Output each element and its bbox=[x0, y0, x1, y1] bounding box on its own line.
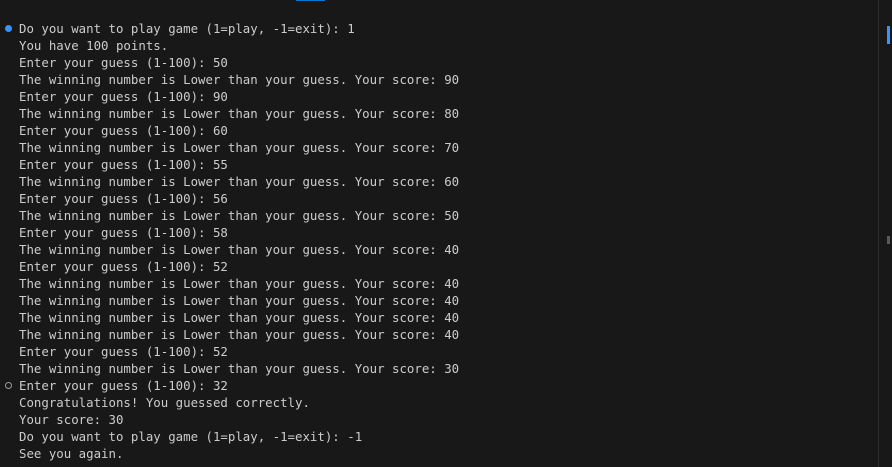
terminal-line: Enter your guess (1-100): 52 bbox=[19, 344, 228, 359]
terminal-panel[interactable]: Do you want to play game (1=play, -1=exi… bbox=[0, 0, 892, 467]
terminal-line: The winning number is Lower than your gu… bbox=[19, 174, 460, 189]
active-tab-indicator bbox=[296, 0, 325, 1]
terminal-line: The winning number is Lower than your gu… bbox=[19, 208, 460, 223]
terminal-line: Do you want to play game (1=play, -1=exi… bbox=[19, 21, 355, 36]
terminal-line: The winning number is Lower than your gu… bbox=[19, 242, 460, 257]
terminal-line: Enter your guess (1-100): 52 bbox=[19, 259, 228, 274]
terminal-line: Enter your guess (1-100): 55 bbox=[19, 157, 228, 172]
terminal-line: The winning number is Lower than your gu… bbox=[19, 276, 460, 291]
scrollbar-overview-marker bbox=[887, 236, 890, 244]
terminal-line: The winning number is Lower than your gu… bbox=[19, 327, 460, 342]
terminal-line: Enter your guess (1-100): 90 bbox=[19, 89, 228, 104]
terminal-line: Your score: 30 bbox=[19, 412, 124, 427]
terminal-line: Do you want to play game (1=play, -1=exi… bbox=[19, 429, 363, 444]
command-default-marker-icon[interactable] bbox=[5, 382, 12, 389]
terminal-output[interactable]: Do you want to play game (1=play, -1=exi… bbox=[19, 20, 459, 462]
terminal-line: You have 100 points. bbox=[19, 38, 169, 53]
terminal-line: The winning number is Lower than your gu… bbox=[19, 361, 460, 376]
scrollbar-overview-marker bbox=[887, 26, 890, 44]
terminal-line: Enter your guess (1-100): 60 bbox=[19, 123, 228, 138]
terminal-line: The winning number is Lower than your gu… bbox=[19, 72, 460, 87]
vertical-scrollbar[interactable] bbox=[878, 0, 892, 467]
terminal-line: Enter your guess (1-100): 56 bbox=[19, 191, 228, 206]
terminal-line: Congratulations! You guessed correctly. bbox=[19, 395, 310, 410]
terminal-line: Enter your guess (1-100): 58 bbox=[19, 225, 228, 240]
terminal-line: The winning number is Lower than your gu… bbox=[19, 310, 460, 325]
terminal-line: Enter your guess (1-100): 32 bbox=[19, 378, 228, 393]
terminal-line: The winning number is Lower than your gu… bbox=[19, 140, 460, 155]
terminal-line: See you again. bbox=[19, 446, 124, 461]
command-success-marker-icon[interactable] bbox=[5, 25, 12, 32]
terminal-line: Enter your guess (1-100): 50 bbox=[19, 55, 228, 70]
terminal-line: The winning number is Lower than your gu… bbox=[19, 293, 460, 308]
terminal-line: The winning number is Lower than your gu… bbox=[19, 106, 460, 121]
